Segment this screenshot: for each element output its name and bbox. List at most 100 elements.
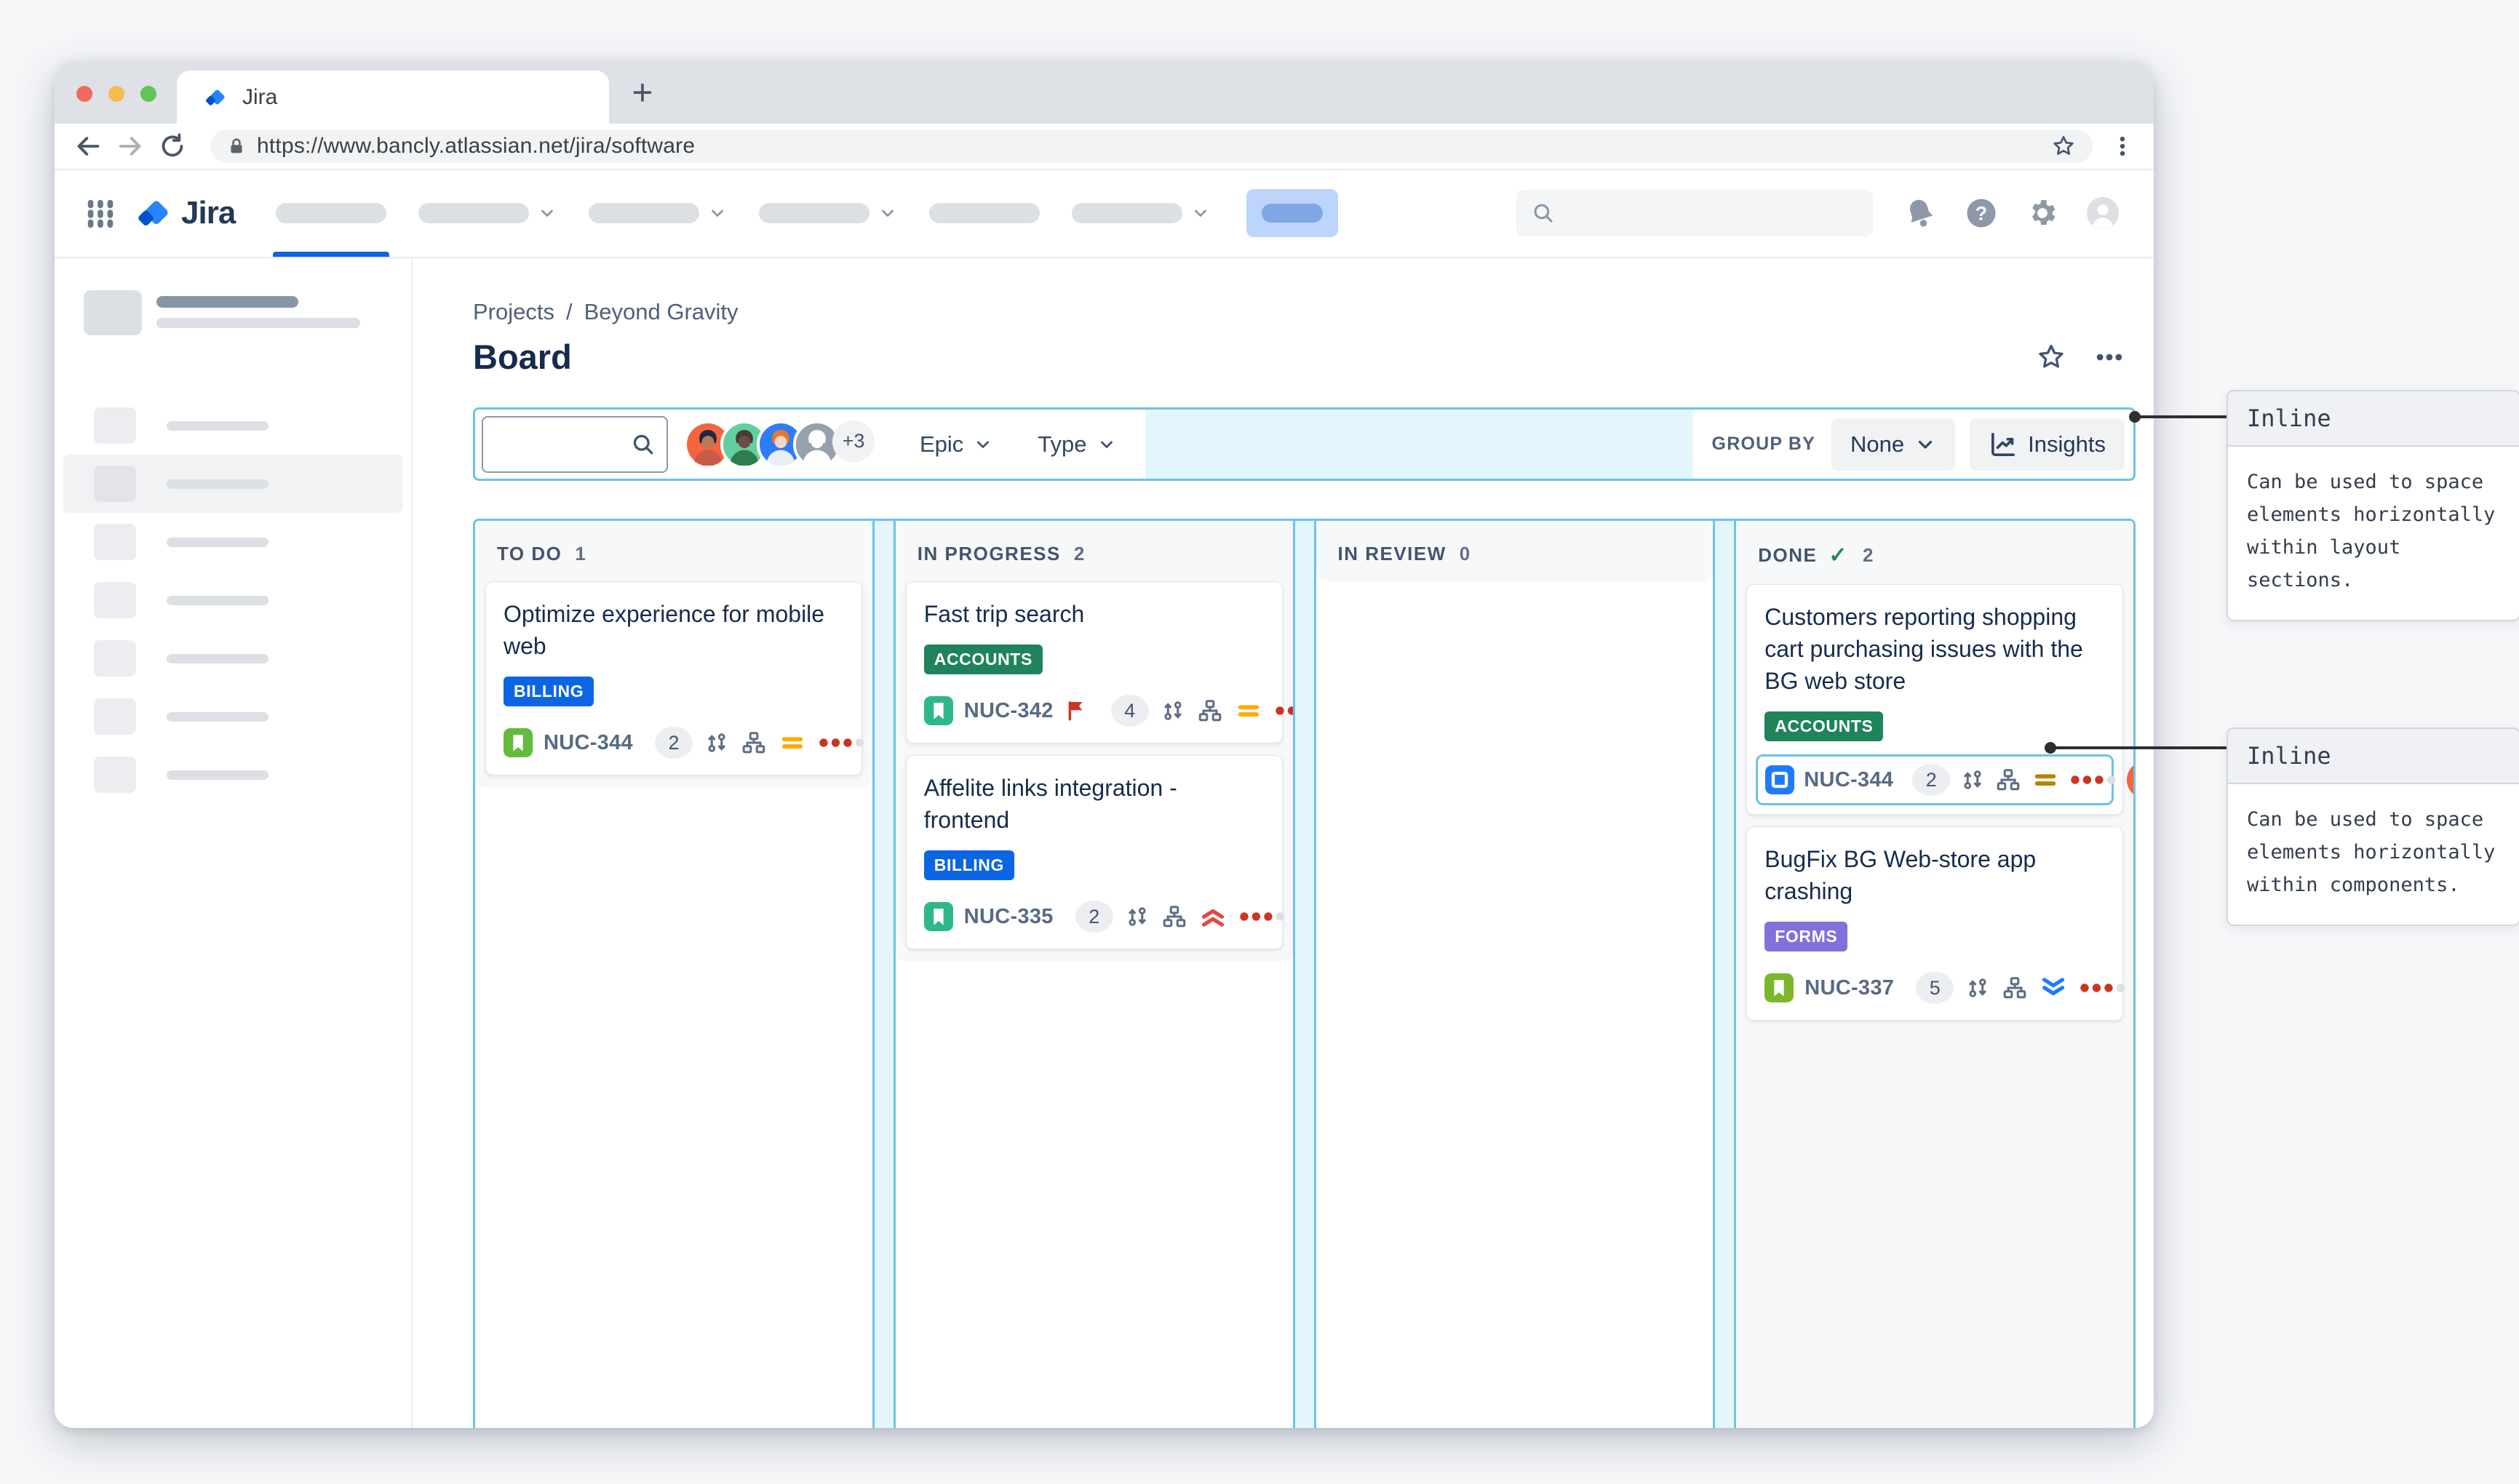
nav-skeleton-item[interactable] (1072, 169, 1210, 257)
story-type-icon (504, 728, 533, 757)
progress-dots (818, 737, 866, 749)
issue-key: NUC-344 (544, 731, 633, 755)
commits-icon (1959, 767, 1986, 793)
skeleton-bar (759, 203, 869, 223)
create-button-skeleton[interactable] (1246, 189, 1338, 237)
nav-skeleton-item[interactable] (418, 169, 557, 257)
column-gap-inline-highlight (1713, 521, 1736, 1428)
browser-toolbar: https://www.bancly.atlassian.net/jira/so… (55, 124, 2154, 169)
jira-logo[interactable]: Jira (136, 194, 235, 233)
issue-title: BugFix BG Web-store app crashing (1764, 843, 2105, 907)
skeleton-bar (167, 770, 268, 780)
jira-logo-text: Jira (181, 195, 235, 231)
sidebar-item[interactable] (63, 571, 402, 629)
browser-menu-icon[interactable] (2110, 134, 2135, 159)
annotation-connector-dot (2129, 411, 2141, 423)
column-name: DONE (1758, 544, 1817, 567)
commits-icon (704, 730, 730, 756)
skeleton-bar (167, 421, 268, 431)
epic-filter-dropdown[interactable]: Epic (920, 431, 992, 458)
minimize-window-button[interactable] (108, 86, 124, 102)
task-type-icon (1765, 765, 1794, 794)
breadcrumb-space-link[interactable]: Beyond Gravity (584, 299, 739, 325)
type-filter-label: Type (1038, 431, 1086, 458)
issue-footer-inline-highlight: NUC-3442 (1756, 754, 2114, 805)
nav-skeleton-item[interactable] (276, 169, 386, 257)
column-panel: TO DO1Optimize experience for mobile web… (475, 521, 872, 787)
column-header: DONE✓2 (1736, 521, 2133, 584)
chevron-down-icon (708, 204, 727, 223)
browser-window: Jira + https://www.bancly.atlassian.net/… (55, 62, 2154, 1428)
zoom-window-button[interactable] (140, 86, 156, 102)
sidebar-item-selected[interactable] (63, 455, 402, 513)
star-board-icon[interactable] (2035, 341, 2067, 373)
issue-card[interactable]: Optimize experience for mobile webBILLIN… (485, 581, 862, 775)
skeleton-bar (167, 538, 268, 547)
board-search-input[interactable] (482, 416, 668, 473)
notifications-bell-icon[interactable] (1903, 196, 1937, 230)
profile-avatar[interactable] (2087, 197, 2119, 229)
annotation-connector-dot (2045, 742, 2056, 754)
skeleton-bar (418, 203, 529, 223)
subtasks-icon (1197, 698, 1223, 724)
estimate-badge: 5 (1916, 972, 1954, 1004)
nav-skeleton-item[interactable] (929, 169, 1040, 257)
sidebar-item[interactable] (63, 629, 402, 687)
group-by-dropdown[interactable]: None (1831, 418, 1955, 471)
settings-gear-icon[interactable] (2026, 196, 2059, 230)
progress-dots (2079, 982, 2127, 994)
browser-tab[interactable]: Jira (177, 71, 609, 124)
address-bar[interactable]: https://www.bancly.atlassian.net/jira/so… (210, 129, 2093, 163)
type-filter-dropdown[interactable]: Type (1038, 431, 1115, 458)
issue-label: ACCOUNTS (1764, 711, 1883, 741)
page-title: Board (473, 337, 572, 377)
app-switcher-icon[interactable] (84, 196, 117, 230)
issue-key: NUC-337 (1804, 976, 1894, 1000)
column-header: IN REVIEW0 (1316, 521, 1714, 581)
annotation-connector-line (2136, 415, 2226, 418)
insights-button[interactable]: Insights (1970, 418, 2125, 471)
sidebar-item[interactable] (63, 396, 402, 455)
back-icon[interactable] (73, 132, 103, 161)
assignee-avatar[interactable] (2127, 761, 2136, 799)
skeleton-bar (156, 296, 298, 308)
issue-card[interactable]: BugFix BG Web-store app crashingFORMSNUC… (1746, 826, 2123, 1021)
issue-card[interactable]: Customers reporting shopping cart purcha… (1746, 584, 2123, 815)
nav-skeleton-item[interactable] (589, 169, 727, 257)
global-search-input[interactable] (1516, 190, 1873, 236)
issue-footer: NUC-337 5 (1764, 969, 2105, 1007)
priority-highest-icon (1198, 902, 1227, 931)
estimate-badge: 2 (1912, 764, 1950, 796)
annotation-title: Inline (2228, 391, 2519, 447)
progress-dots (2069, 774, 2117, 786)
epic-filter-label: Epic (920, 431, 963, 458)
avatar-overflow-badge[interactable]: +3 (832, 420, 875, 463)
close-window-button[interactable] (76, 86, 92, 102)
issue-card[interactable]: Affelite links integration - frontendBIL… (906, 755, 1283, 949)
breadcrumb-projects-link[interactable]: Projects (473, 299, 554, 325)
issue-card[interactable]: Fast trip searchACCOUNTSNUC-3424 (906, 581, 1283, 743)
issue-title: Fast trip search (924, 598, 1265, 630)
issue-label: BILLING (504, 677, 594, 706)
refresh-icon[interactable] (158, 132, 187, 161)
sidebar-item-icon-skeleton (94, 698, 136, 735)
new-tab-button[interactable]: + (622, 72, 663, 113)
search-icon (630, 431, 656, 458)
sidebar-item[interactable] (63, 746, 402, 804)
issue-title: Customers reporting shopping cart purcha… (1764, 601, 2105, 697)
bookmark-star-icon[interactable] (2050, 133, 2077, 159)
chevron-down-icon (1191, 204, 1210, 223)
commits-icon (1124, 903, 1150, 930)
help-icon[interactable]: ? (1965, 196, 1998, 230)
issue-key: NUC-335 (964, 905, 1054, 929)
appbar-nav (276, 169, 1242, 257)
board-column: IN PROGRESS2Fast trip searchACCOUNTSNUC-… (896, 521, 1293, 1428)
sidebar-item[interactable] (63, 513, 402, 571)
estimate-badge: 2 (1075, 901, 1113, 933)
forward-icon[interactable] (116, 132, 145, 161)
sidebar-items (55, 396, 411, 804)
column-gap-inline-highlight (1293, 521, 1316, 1428)
sidebar-item[interactable] (63, 687, 402, 746)
board-more-icon[interactable] (2093, 341, 2125, 373)
nav-skeleton-item[interactable] (759, 169, 897, 257)
